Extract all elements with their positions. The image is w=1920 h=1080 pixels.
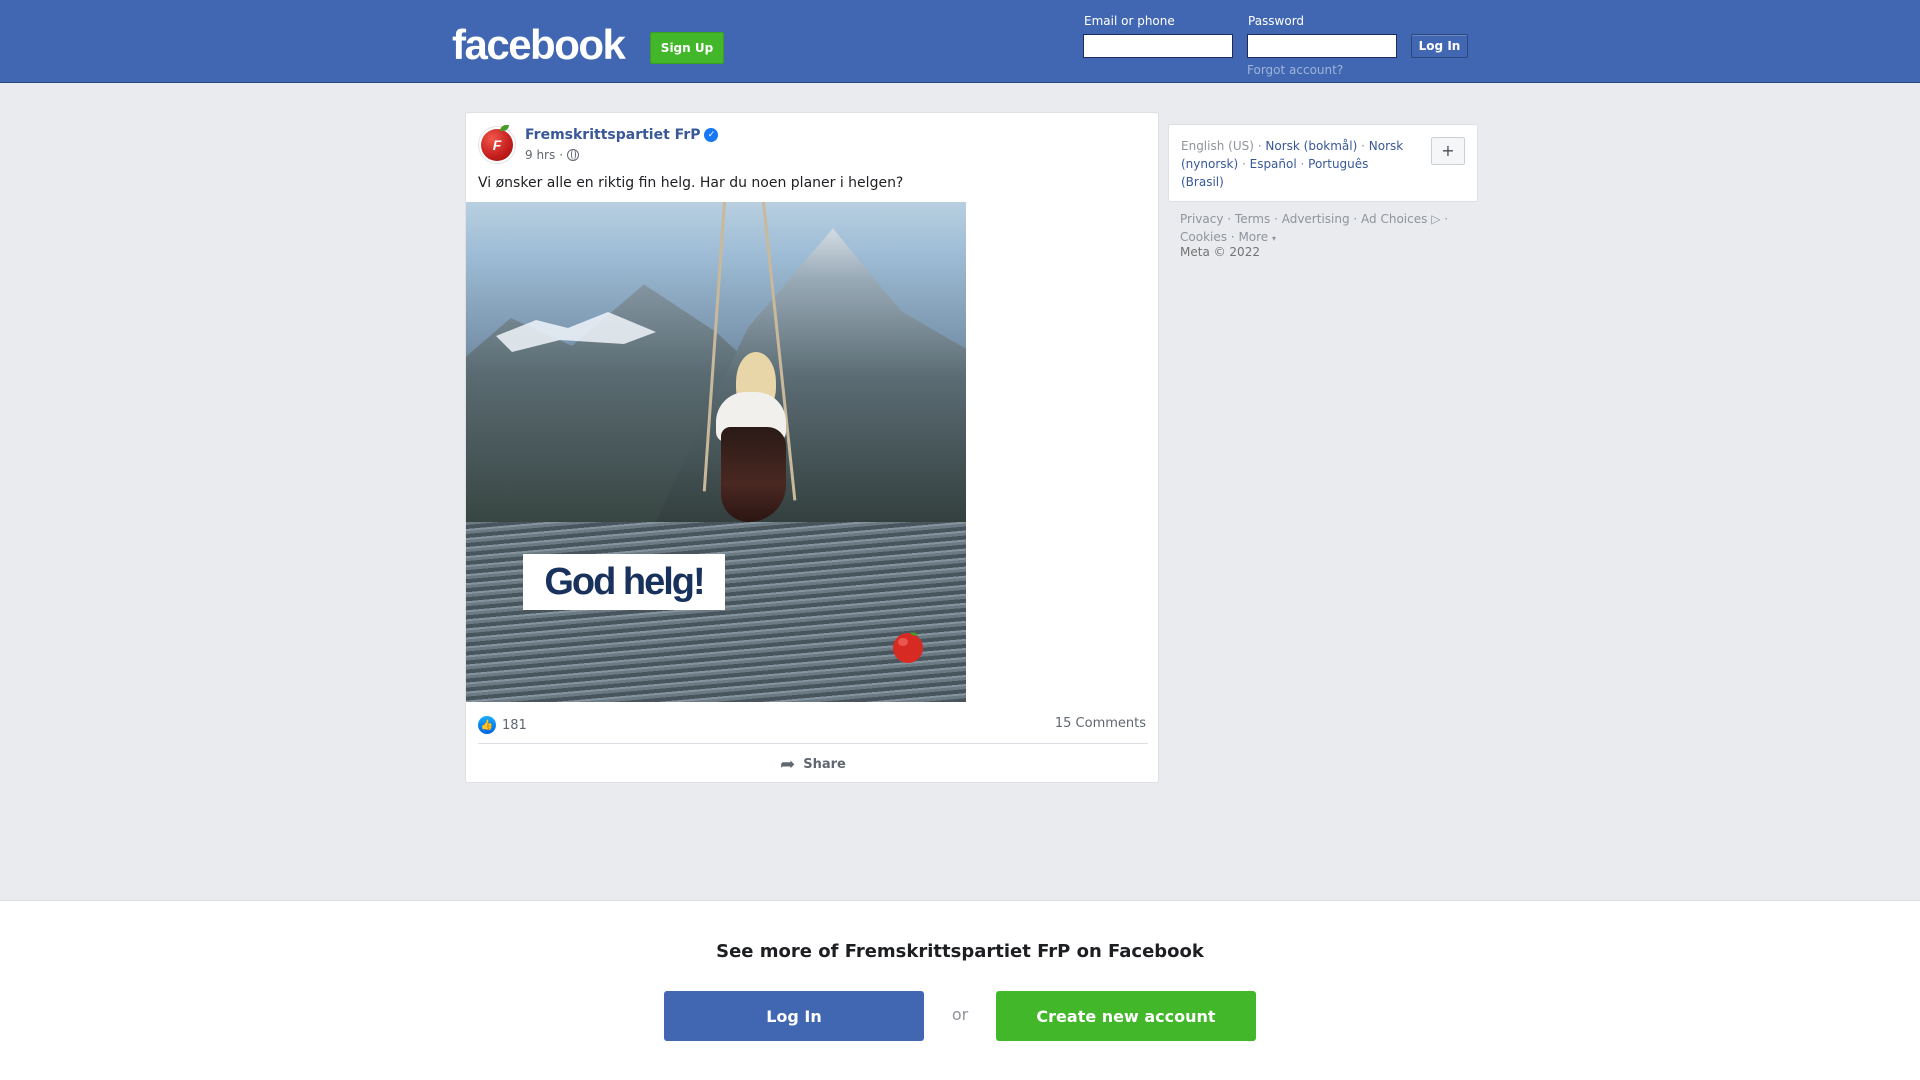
- copyright: Meta © 2022: [1180, 245, 1260, 259]
- post-card: F Fremskrittspartiet FrP ✓ 9 hrs · Vi øn…: [465, 112, 1159, 783]
- like-count: 181: [502, 717, 527, 733]
- comments-count-link[interactable]: 15 Comments: [1055, 716, 1146, 731]
- meta-separator: ·: [559, 148, 564, 162]
- share-arrow-icon: ➦: [780, 753, 796, 775]
- share-button[interactable]: ➦ Share: [466, 745, 1160, 783]
- fjord-water: [466, 522, 966, 702]
- woman-on-swing: [706, 352, 796, 522]
- like-summary[interactable]: 👍 181: [478, 716, 527, 734]
- facebook-logo[interactable]: facebook: [452, 24, 626, 66]
- top-navigation-bar: facebook Sign Up Email or phone Password…: [0, 0, 1920, 83]
- email-label: Email or phone: [1084, 14, 1175, 28]
- ad-choices-label: Ad Choices: [1361, 212, 1428, 226]
- thumbs-up-icon: 👍: [478, 716, 496, 734]
- banner-title: See more of Fremskrittspartiet FrP on Fa…: [716, 941, 1204, 962]
- footer-link-ad-choices[interactable]: Ad Choices ▷: [1361, 212, 1440, 226]
- language-link[interactable]: Norsk (bokmål): [1265, 139, 1357, 153]
- footer-link-privacy[interactable]: Privacy: [1180, 212, 1223, 226]
- banner-login-button[interactable]: Log In: [664, 991, 924, 1041]
- caret-down-icon: ▾: [1272, 234, 1277, 243]
- banner-or-label: or: [951, 1005, 969, 1024]
- language-selector-box: English (US) · Norsk (bokmål) · Norsk (n…: [1168, 124, 1478, 202]
- leaf-icon: [500, 125, 509, 131]
- frp-logo-text: F: [492, 137, 502, 153]
- language-current: English (US): [1181, 139, 1254, 153]
- frp-logo-icon: F: [481, 125, 513, 161]
- post-photo[interactable]: God helg!: [466, 202, 966, 702]
- verified-badge-icon: ✓: [704, 128, 719, 142]
- ad-choices-icon: ▷: [1431, 212, 1441, 226]
- post-time[interactable]: 9 hrs: [525, 148, 555, 162]
- email-input[interactable]: [1083, 34, 1233, 58]
- page-avatar[interactable]: F: [478, 125, 516, 164]
- login-button[interactable]: Log In: [1411, 34, 1468, 58]
- login-prompt-banner: See more of Fremskrittspartiet FrP on Fa…: [0, 900, 1920, 1080]
- action-divider: [478, 743, 1148, 744]
- footer-links: Privacy · Terms · Advertising · Ad Choic…: [1180, 212, 1449, 244]
- create-account-button[interactable]: Create new account: [996, 991, 1256, 1041]
- footer-link-cookies[interactable]: Cookies: [1180, 230, 1227, 244]
- post-text: Vi ønsker alle en riktig fin helg. Har d…: [478, 175, 904, 191]
- footer-link-more[interactable]: More ▾: [1238, 230, 1276, 244]
- page-name: Fremskrittspartiet FrP: [525, 127, 701, 143]
- page-name-link[interactable]: Fremskrittspartiet FrP ✓: [525, 127, 719, 143]
- god-helg-caption: God helg!: [523, 554, 725, 610]
- footer-link-advertising[interactable]: Advertising: [1282, 212, 1350, 226]
- sign-up-button[interactable]: Sign Up: [650, 32, 724, 64]
- share-label: Share: [803, 756, 846, 772]
- bunad-dress: [721, 427, 786, 522]
- footer-link-terms[interactable]: Terms: [1235, 212, 1270, 226]
- more-label: More: [1238, 230, 1269, 244]
- forgot-account-link[interactable]: Forgot account?: [1247, 63, 1343, 77]
- password-input[interactable]: [1247, 34, 1397, 58]
- post-meta: 9 hrs ·: [525, 148, 580, 162]
- more-languages-button[interactable]: +: [1431, 137, 1465, 165]
- frp-watermark-icon: [893, 632, 923, 663]
- language-link[interactable]: Español: [1250, 157, 1297, 171]
- globe-icon: [567, 149, 580, 161]
- password-label: Password: [1248, 14, 1305, 28]
